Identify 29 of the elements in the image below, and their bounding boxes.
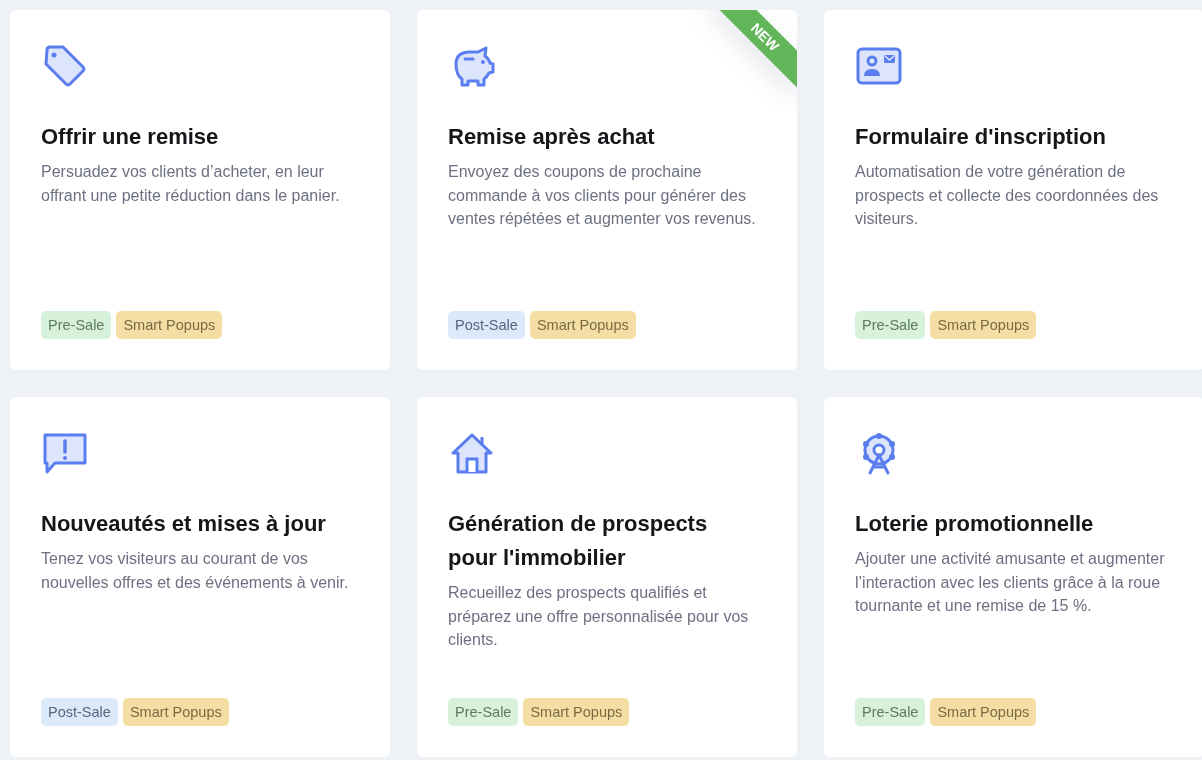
card-background[interactable]: Formulaire d'inscription Automatisation de votre génération de prospects et collecte des coordonnées des visiteurs. Pre-Sale Smart Popups <box>824 10 1202 370</box>
tag: Smart Popups <box>116 311 223 339</box>
card-background[interactable]: Génération de prospects pour l'immobilier Recueillez des prospects qualifiés et préparez une offre personnalisée pour vos clients. Pre-Sale Smart Popups <box>417 397 797 757</box>
tag: Smart Popups <box>930 311 1037 339</box>
card-title: Nouveautés et mises à jour <box>41 510 326 538</box>
tag: Pre-Sale <box>855 698 926 726</box>
tag: Smart Popups <box>529 311 636 339</box>
card-description: Recueillez des prospects qualifiés et préparez une offre personnalisée pour vos clients. <box>448 583 750 650</box>
card-description: Ajouter une activité amusante et augmenter l’interaction avec les clients grâce à la roue tournante et une remise de 15 %. <box>855 549 1166 616</box>
card-title: Formulaire d'inscription <box>855 123 1106 151</box>
tag: Smart Popups <box>930 698 1037 726</box>
card-description: Tenez vos visiteurs au courant de vos nouvelles offres et des événements à venir. <box>41 549 350 593</box>
card-title: Génération de prospects pour l'immobilier <box>448 510 709 572</box>
card-title: Loterie promotionnelle <box>855 510 1094 538</box>
tag: Pre-Sale <box>448 698 519 726</box>
tag: Pre-Sale <box>855 311 926 339</box>
card-description: Envoyez des coupons de prochaine commande à vos clients pour générer des ventes répétées et augmenter vos revenus. <box>448 162 757 229</box>
tag: Smart Popups <box>523 698 630 726</box>
card-description: Automatisation de votre génération de prospects et collecte des coordonnées des visiteurs. <box>855 162 1160 229</box>
tag: Post-Sale <box>448 311 525 339</box>
card-background[interactable]: Loterie promotionnelle Ajouter une activité amusante et augmenter l’interaction avec les clients grâce à la roue tournante et une remise de 15 %. Pre-Sale Smart Popups <box>824 397 1202 757</box>
card-background[interactable]: Offrir une remise Persuadez vos clients d’acheter, en leur offrant une petite réduction dans le panier. Pre-Sale Smart Popups <box>10 10 390 370</box>
card-background[interactable]: Nouveautés et mises à jour Tenez vos visiteurs au courant de vos nouvelles offres et des événements à venir. Post-Sale Smart Popups <box>10 397 390 757</box>
tag: Post-Sale <box>41 698 118 726</box>
tag: Smart Popups <box>122 698 229 726</box>
card-description: Persuadez vos clients d’acheter, en leur offrant une petite réduction dans le panier. <box>41 162 341 206</box>
card-title: Offrir une remise <box>41 123 219 151</box>
tag: Pre-Sale <box>41 311 112 339</box>
card-title: Remise après achat <box>448 123 655 151</box>
